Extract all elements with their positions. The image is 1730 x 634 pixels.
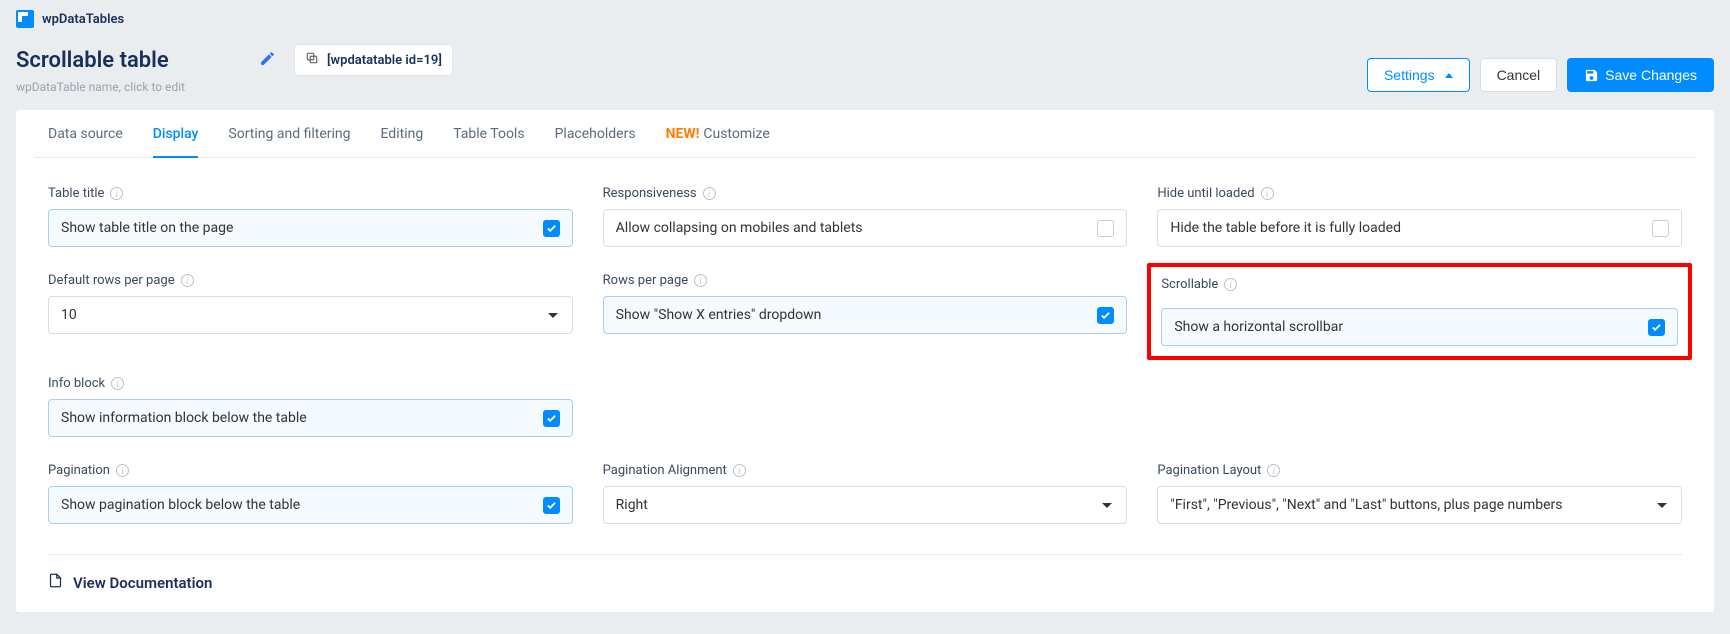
- control-scrollable[interactable]: Show a horizontal scrollbar: [1161, 308, 1678, 346]
- info-block-text: Show information block below the table: [61, 410, 307, 426]
- scrollable-text: Show a horizontal scrollbar: [1174, 319, 1343, 335]
- table-title-text: Show table title on the page: [61, 220, 233, 236]
- brand-logo-icon: [16, 10, 34, 28]
- label-rows-per-page: Rows per page i: [603, 273, 1128, 288]
- info-icon[interactable]: i: [181, 274, 194, 287]
- settings-panel: Data source Display Sorting and filterin…: [16, 110, 1714, 612]
- brand-name: wpDataTables: [42, 12, 124, 27]
- scrollable-highlight: Scrollable i Show a horizontal scrollbar: [1147, 263, 1692, 360]
- tab-editing[interactable]: Editing: [380, 126, 423, 157]
- info-icon[interactable]: i: [116, 464, 129, 477]
- new-badge: NEW!: [666, 126, 700, 142]
- tab-sorting[interactable]: Sorting and filtering: [228, 126, 350, 157]
- document-icon: [48, 573, 63, 592]
- control-pagination[interactable]: Show pagination block below the table: [48, 486, 573, 524]
- label-info-block: Info block i: [48, 376, 573, 391]
- checkbox-info-block[interactable]: [543, 410, 560, 427]
- default-rows-value: 10: [61, 307, 77, 323]
- info-icon[interactable]: i: [1267, 464, 1280, 477]
- divider: [48, 554, 1682, 555]
- cancel-label: Cancel: [1497, 67, 1541, 83]
- field-pagination-layout: Pagination Layout i "First", "Previous",…: [1157, 463, 1682, 524]
- checkbox-hide-until[interactable]: [1652, 220, 1669, 237]
- responsiveness-text: Allow collapsing on mobiles and tablets: [616, 220, 863, 236]
- field-pagination: Pagination i Show pagination block below…: [48, 463, 573, 524]
- hide-until-text: Hide the table before it is fully loaded: [1170, 220, 1401, 236]
- rows-per-page-text: Show "Show X entries" dropdown: [616, 307, 822, 323]
- select-pagination-layout[interactable]: "First", "Previous", "Next" and "Last" b…: [1157, 486, 1682, 524]
- tab-placeholders[interactable]: Placeholders: [555, 126, 636, 157]
- info-icon[interactable]: i: [694, 274, 707, 287]
- control-hide-until[interactable]: Hide the table before it is fully loaded: [1157, 209, 1682, 247]
- page-title[interactable]: Scrollable table: [16, 48, 241, 73]
- shortcode-box[interactable]: [wpdatatable id=19]: [294, 44, 453, 76]
- pagination-layout-value: "First", "Previous", "Next" and "Last" b…: [1170, 497, 1562, 513]
- label-scrollable: Scrollable i: [1161, 277, 1678, 292]
- tab-customize[interactable]: NEW!Customize: [666, 126, 770, 157]
- brand-bar: wpDataTables: [0, 0, 1730, 38]
- checkbox-table-title[interactable]: [543, 220, 560, 237]
- settings-grid: Table title i Show table title on the pa…: [34, 158, 1696, 524]
- info-icon[interactable]: i: [733, 464, 746, 477]
- control-rows-per-page[interactable]: Show "Show X entries" dropdown: [603, 296, 1128, 334]
- actions-row: Settings Cancel Save Changes: [1367, 58, 1714, 92]
- select-default-rows[interactable]: 10: [48, 296, 573, 334]
- chevron-up-icon: [1445, 73, 1453, 78]
- checkbox-pagination[interactable]: [543, 497, 560, 514]
- label-pagination: Pagination i: [48, 463, 573, 478]
- cancel-button[interactable]: Cancel: [1480, 58, 1558, 92]
- shortcode-text: [wpdatatable id=19]: [327, 53, 442, 68]
- tab-data-source[interactable]: Data source: [48, 126, 123, 157]
- edit-title-icon[interactable]: [259, 50, 276, 71]
- field-hide-until: Hide until loaded i Hide the table befor…: [1157, 186, 1682, 247]
- checkbox-responsiveness[interactable]: [1097, 220, 1114, 237]
- control-responsiveness[interactable]: Allow collapsing on mobiles and tablets: [603, 209, 1128, 247]
- field-rows-per-page: Rows per page i Show "Show X entries" dr…: [603, 273, 1128, 350]
- checkbox-scrollable[interactable]: [1648, 319, 1665, 336]
- field-responsiveness: Responsiveness i Allow collapsing on mob…: [603, 186, 1128, 247]
- save-label: Save Changes: [1605, 67, 1697, 83]
- label-responsiveness: Responsiveness i: [603, 186, 1128, 201]
- info-icon[interactable]: i: [111, 377, 124, 390]
- control-info-block[interactable]: Show information block below the table: [48, 399, 573, 437]
- save-icon: [1584, 68, 1599, 83]
- checkbox-rows-per-page[interactable]: [1097, 307, 1114, 324]
- info-icon[interactable]: i: [1224, 278, 1237, 291]
- tab-display[interactable]: Display: [153, 126, 199, 158]
- label-pagination-align: Pagination Alignment i: [603, 463, 1128, 478]
- pagination-align-value: Right: [616, 497, 648, 513]
- tabs: Data source Display Sorting and filterin…: [34, 110, 1696, 158]
- control-table-title[interactable]: Show table title on the page: [48, 209, 573, 247]
- label-hide-until: Hide until loaded i: [1157, 186, 1682, 201]
- field-default-rows: Default rows per page i 10: [48, 273, 573, 350]
- field-scrollable: Scrollable i Show a horizontal scrollbar: [1161, 277, 1678, 346]
- info-icon[interactable]: i: [110, 187, 123, 200]
- pagination-text: Show pagination block below the table: [61, 497, 300, 513]
- label-table-title: Table title i: [48, 186, 573, 201]
- label-pagination-layout: Pagination Layout i: [1157, 463, 1682, 478]
- settings-label: Settings: [1384, 67, 1435, 83]
- copy-icon: [305, 51, 319, 69]
- info-icon[interactable]: i: [703, 187, 716, 200]
- view-documentation-link[interactable]: View Documentation: [34, 573, 1696, 592]
- tab-table-tools[interactable]: Table Tools: [453, 126, 524, 157]
- save-button[interactable]: Save Changes: [1567, 58, 1714, 92]
- info-icon[interactable]: i: [1261, 187, 1274, 200]
- docs-label: View Documentation: [73, 574, 212, 592]
- label-default-rows: Default rows per page i: [48, 273, 573, 288]
- settings-button[interactable]: Settings: [1367, 58, 1470, 92]
- field-info-block: Info block i Show information block belo…: [48, 376, 573, 437]
- field-pagination-align: Pagination Alignment i Right: [603, 463, 1128, 524]
- customize-label: Customize: [703, 126, 769, 142]
- select-pagination-align[interactable]: Right: [603, 486, 1128, 524]
- field-table-title: Table title i Show table title on the pa…: [48, 186, 573, 247]
